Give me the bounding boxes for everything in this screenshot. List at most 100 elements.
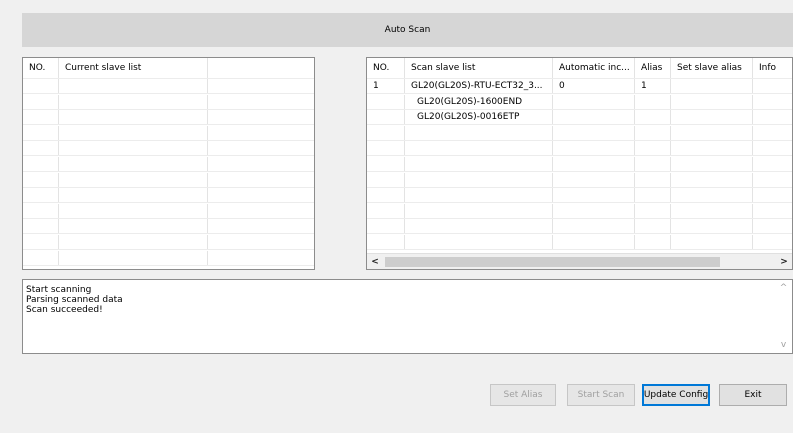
scrollbar-thumb[interactable] bbox=[385, 257, 720, 267]
table-cell-no bbox=[367, 172, 405, 187]
table-row[interactable] bbox=[367, 172, 792, 188]
table-row[interactable] bbox=[23, 110, 314, 126]
table-cell-alias bbox=[635, 110, 671, 125]
table-cell-info bbox=[753, 188, 792, 202]
table-cell-name bbox=[405, 172, 553, 187]
scroll-down-icon[interactable]: v bbox=[775, 337, 792, 353]
table-row[interactable] bbox=[23, 219, 314, 235]
log-line: Parsing scanned data bbox=[26, 295, 123, 305]
table-row[interactable] bbox=[23, 141, 314, 157]
table-cell-auto bbox=[553, 157, 635, 171]
scroll-up-icon[interactable]: ^ bbox=[775, 280, 792, 296]
table-cell-no bbox=[367, 188, 405, 203]
table-cell bbox=[208, 173, 314, 187]
table-cell-set-alias bbox=[671, 188, 753, 203]
set-alias-button[interactable]: Set Alias bbox=[490, 384, 556, 406]
update-config-button[interactable]: Update Config bbox=[642, 384, 710, 406]
table-row[interactable] bbox=[23, 157, 314, 172]
table-row[interactable] bbox=[23, 125, 314, 141]
table-cell-auto bbox=[553, 219, 635, 234]
table-row[interactable] bbox=[23, 188, 314, 204]
table-row[interactable] bbox=[367, 203, 792, 219]
table-row[interactable] bbox=[23, 250, 314, 266]
table-cell-info bbox=[753, 204, 792, 218]
table-cell bbox=[208, 141, 314, 155]
table-cell bbox=[59, 110, 208, 125]
table-cell bbox=[208, 79, 314, 93]
table-cell-auto bbox=[553, 188, 635, 203]
table-row[interactable] bbox=[367, 157, 792, 172]
table-cell-info bbox=[753, 110, 792, 124]
table-cell-info bbox=[753, 95, 792, 109]
table-cell bbox=[23, 219, 59, 234]
table-row[interactable]: 1 GL20(GL20S)-RTU-ECT32_3... 0 1 bbox=[367, 79, 792, 94]
table-cell-set-alias bbox=[671, 79, 753, 93]
table-cell-name bbox=[405, 235, 553, 249]
table-cell-set-alias bbox=[671, 172, 753, 187]
table-cell bbox=[59, 157, 208, 171]
table-cell-alias bbox=[635, 157, 671, 171]
scroll-left-icon[interactable]: < bbox=[367, 254, 383, 269]
table-cell bbox=[208, 110, 314, 124]
table-cell-auto bbox=[553, 141, 635, 156]
table-cell bbox=[208, 157, 314, 171]
table-row[interactable] bbox=[23, 203, 314, 219]
table-cell-info bbox=[753, 141, 792, 155]
table-cell-alias bbox=[635, 172, 671, 187]
horizontal-scrollbar[interactable]: < > bbox=[367, 253, 792, 269]
table-cell bbox=[59, 125, 208, 140]
table-row[interactable] bbox=[23, 94, 314, 110]
table-cell bbox=[59, 250, 208, 265]
table-row[interactable] bbox=[367, 235, 792, 250]
table-row[interactable]: GL20(GL20S)-0016ETP bbox=[367, 110, 792, 126]
exit-button[interactable]: Exit bbox=[719, 384, 787, 406]
start-scan-button[interactable]: Start Scan bbox=[567, 384, 635, 406]
table-row[interactable] bbox=[23, 172, 314, 188]
table-cell-name: GL20(GL20S)-0016ETP bbox=[405, 110, 553, 125]
table-cell bbox=[23, 141, 59, 156]
scan-log[interactable]: Start scanning Parsing scanned data Scan… bbox=[22, 279, 793, 354]
table-cell bbox=[59, 94, 208, 109]
table-cell-alias bbox=[635, 125, 671, 140]
column-header-extra bbox=[208, 58, 314, 78]
table-row[interactable] bbox=[23, 79, 314, 94]
table-cell-auto: 0 bbox=[553, 79, 635, 93]
vertical-scrollbar[interactable]: ^ v bbox=[775, 280, 792, 353]
column-header-set-slave-alias: Set slave alias bbox=[671, 58, 753, 78]
table-cell-info bbox=[753, 235, 792, 249]
table-cell bbox=[23, 110, 59, 125]
table-cell-no bbox=[367, 110, 405, 125]
table-cell-no: 1 bbox=[367, 79, 405, 93]
table-row[interactable] bbox=[367, 219, 792, 235]
table-row[interactable]: GL20(GL20S)-1600END bbox=[367, 94, 792, 110]
table-cell-info bbox=[753, 157, 792, 171]
table-row[interactable] bbox=[367, 188, 792, 204]
table-row[interactable] bbox=[367, 125, 792, 141]
table-cell-set-alias bbox=[671, 125, 753, 140]
column-header-current-slave-list: Current slave list bbox=[59, 58, 208, 78]
scan-slave-table[interactable]: NO. Scan slave list Automatic inc... Ali… bbox=[366, 57, 793, 270]
table-cell bbox=[23, 157, 59, 171]
table-cell-alias bbox=[635, 94, 671, 109]
column-header-info: Info bbox=[759, 63, 777, 73]
table-cell-auto bbox=[553, 125, 635, 140]
current-slave-table[interactable]: NO. Current slave list bbox=[22, 57, 315, 270]
column-header-alias: Alias bbox=[635, 58, 671, 78]
table-cell-name bbox=[405, 125, 553, 140]
table-cell bbox=[59, 219, 208, 234]
table-cell-set-alias bbox=[671, 219, 753, 234]
table-cell-auto bbox=[553, 110, 635, 125]
table-cell-name: GL20(GL20S)-RTU-ECT32_3... bbox=[405, 79, 553, 93]
table-cell-name bbox=[405, 219, 553, 234]
scroll-right-icon[interactable]: > bbox=[776, 254, 792, 269]
table-cell-no bbox=[367, 141, 405, 156]
table-cell bbox=[208, 235, 314, 249]
table-row[interactable] bbox=[367, 141, 792, 157]
table-cell-alias bbox=[635, 188, 671, 203]
table-cell bbox=[59, 188, 208, 203]
table-row[interactable] bbox=[23, 235, 314, 250]
table-cell-alias: 1 bbox=[635, 79, 671, 93]
table-cell-info bbox=[753, 173, 792, 187]
table-cell bbox=[23, 188, 59, 203]
column-header-no: NO. bbox=[367, 58, 405, 78]
